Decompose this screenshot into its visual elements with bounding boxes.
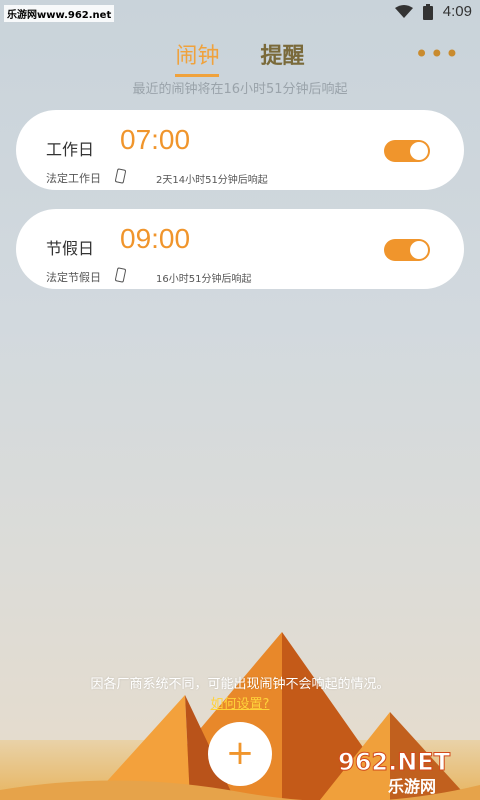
notice-text: 因各厂商系统不同，可能出现闹钟不会响起的情况。 <box>90 677 390 692</box>
alarm-toggle[interactable] <box>384 140 430 162</box>
watermark-logo: 962.NET 乐游网 <box>338 748 452 797</box>
alarm-rule: 法定工作日 <box>46 172 101 185</box>
battery-icon <box>422 3 433 20</box>
phone-icon <box>114 168 127 184</box>
watermark-text: 乐游网www.962.net <box>4 5 115 22</box>
toggle-knob <box>410 241 428 259</box>
svg-text:962.NET: 962.NET <box>338 748 451 776</box>
howto-link[interactable]: 如何设置? <box>0 693 480 712</box>
svg-text:乐游网: 乐游网 <box>388 777 436 796</box>
toggle-knob <box>410 142 428 160</box>
next-alarm-subtitle: 最近的闹钟将在16小时51分钟后响起 <box>132 82 348 97</box>
alarm-countdown: 2天14小时51分钟后响起 <box>156 175 268 186</box>
alarm-countdown: 16小时51分钟后响起 <box>156 274 252 285</box>
add-alarm-button[interactable]: + <box>208 722 272 786</box>
alarm-day-label: 节假日 <box>46 239 95 258</box>
alarm-day-label: 工作日 <box>46 140 95 159</box>
alarm-rule: 法定节假日 <box>46 271 101 284</box>
status-icons: 4:09 <box>394 3 472 20</box>
header-tabs: 闹钟 提醒 <box>0 38 480 77</box>
alarm-time: 09:00 <box>120 223 191 254</box>
tab-reminder[interactable]: 提醒 <box>261 38 305 74</box>
alarm-toggle[interactable] <box>384 239 430 261</box>
phone-icon <box>114 267 127 283</box>
wifi-icon <box>394 4 413 18</box>
more-icon[interactable]: ••• <box>415 40 460 68</box>
status-time: 4:09 <box>442 3 472 20</box>
status-bar: 乐游网www.962.net 4:09 <box>0 0 480 24</box>
tab-alarm[interactable]: 闹钟 <box>175 38 220 77</box>
alarm-card-holiday[interactable]: 节假日 09:00 法定节假日 16小时51分钟后响起 <box>16 209 464 289</box>
alarm-time: 07:00 <box>120 124 191 155</box>
alarm-card-workday[interactable]: 工作日 07:00 法定工作日 2天14小时51分钟后响起 <box>16 110 464 190</box>
